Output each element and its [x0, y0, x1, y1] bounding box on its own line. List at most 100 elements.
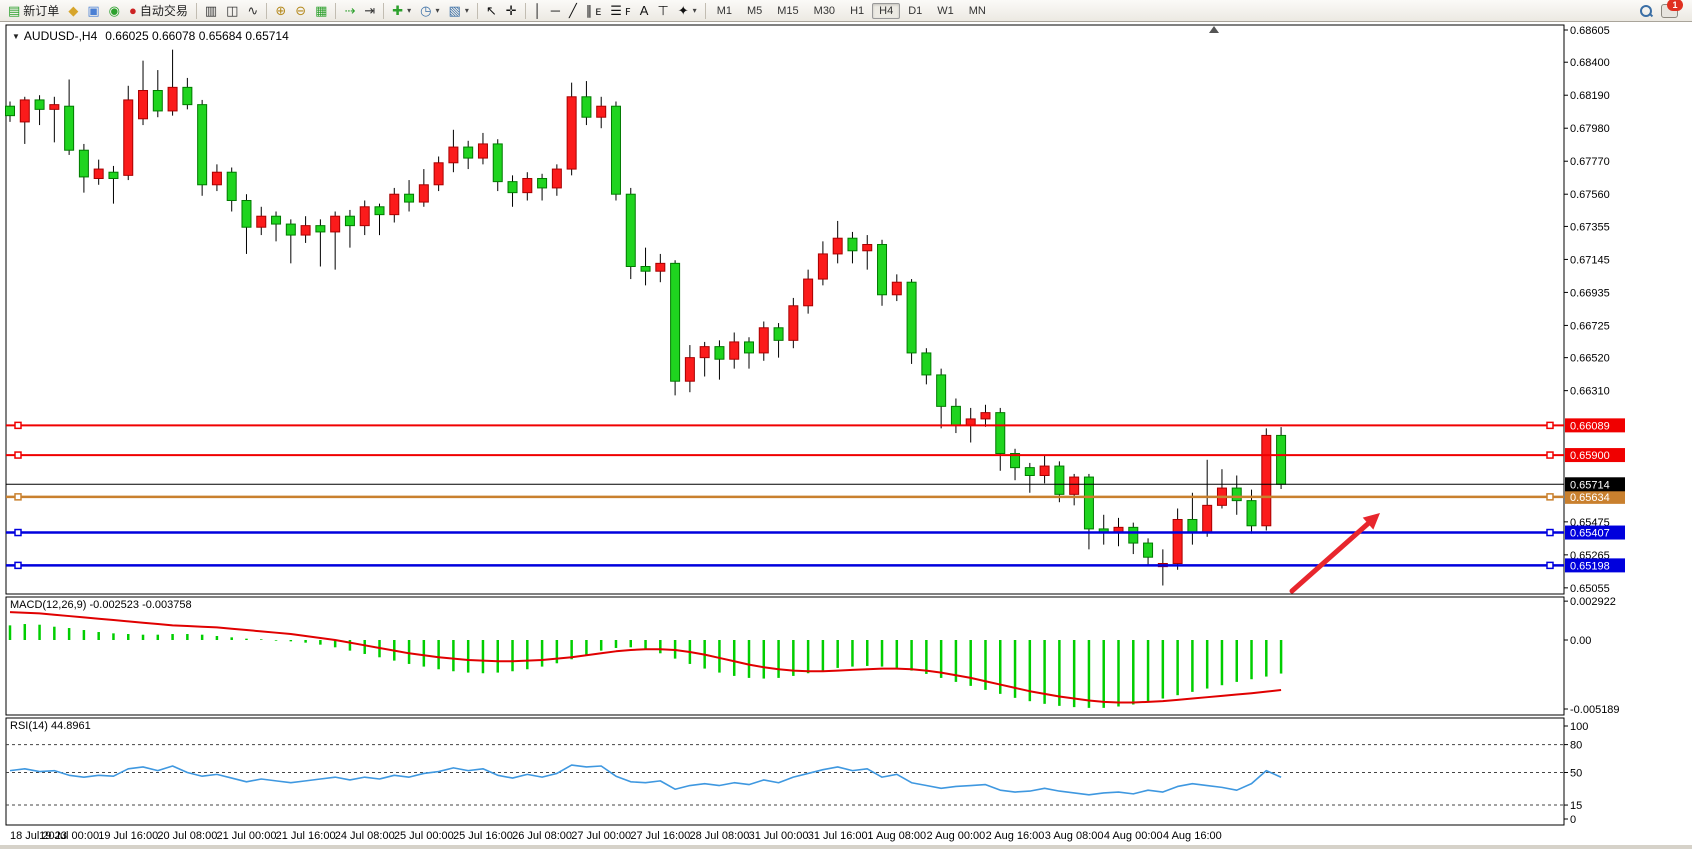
macd-pane[interactable]: [6, 597, 1564, 715]
candle-body: [878, 244, 887, 294]
zoom-out-button[interactable]: ⊖: [291, 0, 310, 21]
price-axis-label: 0.67355: [1570, 221, 1610, 233]
candle-body: [552, 169, 561, 188]
dropdown-caret-icon[interactable]: ▾: [436, 6, 440, 15]
price-axis-label: 0.65055: [1570, 583, 1610, 595]
toolbar-separator: [477, 3, 478, 19]
time-axis-label: 25 Jul 16:00: [453, 830, 513, 842]
rsi-pane[interactable]: [6, 718, 1564, 825]
arrows-tool-button[interactable]: ✦▾: [674, 0, 701, 21]
chart-window[interactable]: 0.686050.684000.681900.679800.677700.675…: [0, 22, 1692, 849]
candle-body: [493, 144, 502, 182]
line-handle[interactable]: [1547, 422, 1553, 428]
candle-body: [331, 216, 340, 232]
candle-body: [656, 263, 665, 271]
timeframe-h4[interactable]: H4: [872, 3, 900, 19]
price-axis-label: 0.66725: [1570, 320, 1610, 332]
time-axis-label: 4 Aug 00:00: [1104, 830, 1163, 842]
chart-canvas[interactable]: 0.686050.684000.681900.679800.677700.675…: [0, 22, 1692, 849]
cursor-icon: ↖: [486, 4, 497, 17]
toolbar-separator: [266, 3, 267, 19]
text-button[interactable]: A: [636, 0, 653, 21]
auto-scroll-button[interactable]: ⇢: [340, 0, 359, 21]
price-axis-label: 0.68605: [1570, 25, 1610, 37]
trendline-button[interactable]: ╱: [565, 0, 581, 21]
price-pane[interactable]: [6, 25, 1564, 594]
candle-body: [316, 226, 325, 232]
line-handle[interactable]: [15, 452, 21, 458]
line-chart-button[interactable]: ∿: [243, 0, 262, 21]
new-order-button[interactable]: ▤新订单: [4, 0, 63, 21]
zoom-in-button[interactable]: ⊕: [271, 0, 290, 21]
cursor-button[interactable]: ↖: [482, 0, 501, 21]
indicators-icon: ✚: [392, 4, 403, 17]
price-line-badge-label: 0.66089: [1570, 420, 1610, 432]
rsi-axis-label: 80: [1570, 740, 1582, 752]
signal-icon[interactable]: ◉: [105, 0, 124, 21]
time-axis-label: 26 Jul 08:00: [512, 830, 572, 842]
chat-button[interactable]: 1: [1657, 0, 1682, 21]
chart-window-button[interactable]: ◆: [64, 0, 82, 21]
dropdown-caret-icon[interactable]: ▾: [465, 6, 469, 15]
candle-body: [375, 207, 384, 215]
chart-shift-icon: ⇥: [364, 4, 375, 17]
timeframe-mn[interactable]: MN: [962, 3, 993, 19]
line-handle[interactable]: [1547, 452, 1553, 458]
autotrading-button[interactable]: ●自动交易: [125, 0, 192, 21]
tile-windows-button[interactable]: ▦: [311, 0, 331, 21]
line-handle[interactable]: [15, 422, 21, 428]
timeframe-h1[interactable]: H1: [843, 3, 871, 19]
equidistant-channel-button[interactable]: ∥ᴇ: [582, 0, 605, 21]
line-handle[interactable]: [1547, 530, 1553, 536]
line-handle[interactable]: [1547, 494, 1553, 500]
timeframe-m15[interactable]: M15: [770, 3, 805, 19]
candlestick-chart-icon: ◫: [226, 4, 238, 17]
candlestick-chart-button[interactable]: ◫: [222, 0, 242, 21]
candle-body: [833, 238, 842, 254]
arrows-tool-icon: ✦: [678, 4, 689, 17]
line-handle[interactable]: [15, 562, 21, 568]
bar-chart-button[interactable]: ▥: [201, 0, 221, 21]
dropdown-caret-icon[interactable]: ▾: [407, 6, 411, 15]
candle-body: [124, 100, 133, 175]
timeframe-m30[interactable]: M30: [807, 3, 842, 19]
line-chart-icon: ∿: [247, 4, 258, 17]
periods-button[interactable]: ◷▾: [416, 0, 443, 21]
candle-body: [434, 163, 443, 185]
dropdown-caret-icon[interactable]: ▾: [693, 6, 697, 15]
toolbar: ▤新订单◆▣◉●自动交易▥◫∿⊕⊖▦⇢⇥✚▾◷▾▧▾↖✛│─╱∥ᴇ☰ꜰA⊤✦▾M…: [0, 0, 1692, 22]
vertical-line-button[interactable]: │: [530, 0, 546, 21]
timeframe-d1[interactable]: D1: [901, 3, 929, 19]
chart-shift-button[interactable]: ⇥: [360, 0, 379, 21]
candle-body: [789, 306, 798, 341]
indicators-button[interactable]: ✚▾: [388, 0, 415, 21]
templates-button[interactable]: ▧▾: [445, 0, 473, 21]
candle-body: [360, 207, 369, 226]
candle-body: [183, 87, 192, 104]
horizontal-line-button[interactable]: ─: [547, 0, 564, 21]
text-label-button[interactable]: ⊤: [653, 0, 672, 21]
fibonacci-button[interactable]: ☰ꜰ: [606, 0, 635, 21]
market-watch-button[interactable]: ▣: [83, 0, 103, 21]
candle-body: [1232, 488, 1241, 501]
macd-values: -0.002523 -0.003758: [89, 599, 191, 611]
chart-dropdown-icon[interactable]: ▼: [12, 32, 20, 41]
timeframe-m1[interactable]: M1: [710, 3, 739, 19]
search-button[interactable]: [1636, 0, 1656, 21]
price-line-badge-label: 0.65900: [1570, 450, 1610, 462]
line-handle[interactable]: [1547, 562, 1553, 568]
candle-body: [730, 342, 739, 359]
timeframe-w1[interactable]: W1: [930, 3, 961, 19]
auto-scroll-icon: ⇢: [344, 4, 355, 17]
time-axis-label: 25 Jul 00:00: [394, 830, 454, 842]
candle-body: [79, 150, 88, 177]
line-handle[interactable]: [15, 530, 21, 536]
line-handle[interactable]: [15, 494, 21, 500]
crosshair-button[interactable]: ✛: [502, 0, 521, 21]
timeframe-m5[interactable]: M5: [740, 3, 769, 19]
zoom-in-icon: ⊕: [275, 4, 286, 17]
candle-body: [301, 226, 310, 235]
price-axis-label: 0.66935: [1570, 287, 1610, 299]
rsi-axis-label: 100: [1570, 721, 1588, 733]
price-axis-label: 0.66520: [1570, 353, 1610, 365]
